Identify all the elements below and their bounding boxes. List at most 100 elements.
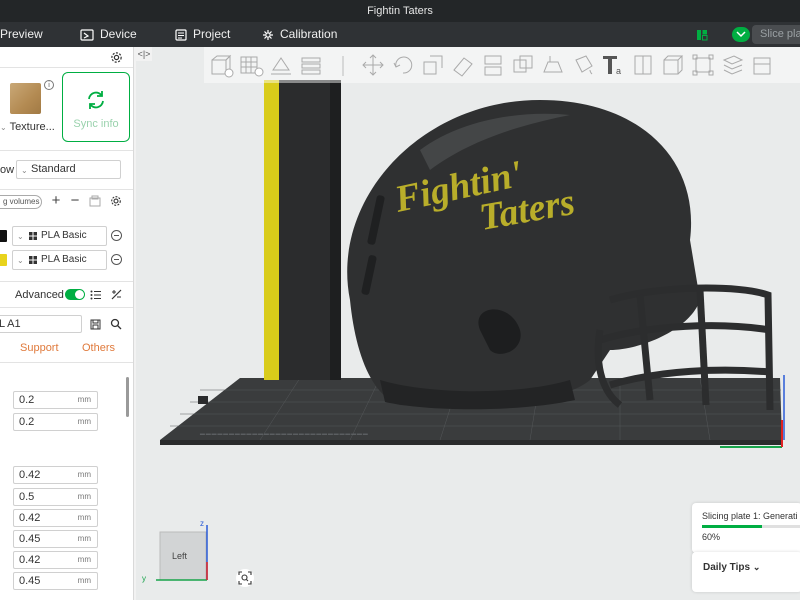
param-field[interactable]: 0.42 mm xyxy=(13,509,98,527)
variable-layer-icon[interactable] xyxy=(750,52,776,78)
support-paint-icon[interactable] xyxy=(540,52,566,78)
auto-orient-icon[interactable] xyxy=(268,52,294,78)
color-paint-icon[interactable] xyxy=(570,52,596,78)
param-value: 0.2 xyxy=(19,416,35,428)
chevron-down-icon: ⌄ xyxy=(17,256,24,265)
window-title: Fightin Taters xyxy=(0,0,800,22)
progress-fill xyxy=(702,525,762,528)
param-field[interactable]: 0.42 mm xyxy=(13,466,98,484)
svg-text:a: a xyxy=(616,66,621,76)
slice-plate-button[interactable]: Slice pla xyxy=(752,25,800,44)
tab-others[interactable]: Others xyxy=(82,342,115,354)
menu-project-label: Project xyxy=(193,27,231,41)
filament-name: PLA Basic xyxy=(41,254,87,265)
param-unit: mm xyxy=(77,492,91,501)
param-unit: mm xyxy=(77,395,91,404)
save-icon[interactable] xyxy=(90,319,101,330)
scale-icon[interactable] xyxy=(420,52,446,78)
plate-type-value: Standard xyxy=(31,163,76,175)
menu-device-tab[interactable]: Device xyxy=(80,22,137,47)
filament-type-icon xyxy=(29,232,37,240)
prime-tower-yellow xyxy=(264,80,279,380)
layers-icon[interactable] xyxy=(720,52,746,78)
measure-icon[interactable] xyxy=(630,52,656,78)
view-cube[interactable] xyxy=(150,517,230,587)
menu-project-tab[interactable]: Project xyxy=(175,22,230,47)
param-unit: mm xyxy=(77,534,91,543)
assembly-icon[interactable] xyxy=(660,52,686,78)
zoom-to-fit-icon[interactable] xyxy=(235,568,255,588)
add-filament-button[interactable]: + xyxy=(50,192,62,209)
filament-menu-icon[interactable] xyxy=(111,230,122,241)
menu-calibration-tab[interactable]: Calibration xyxy=(262,22,337,47)
remove-filament-button[interactable]: − xyxy=(69,191,81,209)
menu-preview-tab[interactable]: Preview xyxy=(0,22,43,47)
boolean-icon[interactable] xyxy=(510,52,536,78)
filament-row[interactable]: ⌄ PLA Basic xyxy=(0,226,133,246)
process-preset-input[interactable]: L A1 xyxy=(0,315,82,333)
filament-select[interactable]: ⌄ PLA Basic xyxy=(12,250,107,270)
cut-icon[interactable] xyxy=(480,52,506,78)
param-unit: mm xyxy=(77,576,91,585)
filament-color-swatch[interactable] xyxy=(0,230,7,242)
menu-calibration-label: Calibration xyxy=(280,27,338,41)
param-field[interactable]: 0.2 mm xyxy=(13,391,98,409)
chevron-down-icon xyxy=(736,31,746,38)
gear-icon[interactable] xyxy=(110,51,123,64)
plate-texture-thumbnail[interactable] xyxy=(10,83,41,114)
minus-icon: − xyxy=(70,191,80,209)
param-field[interactable]: 0.45 mm xyxy=(13,572,98,590)
info-icon[interactable]: i xyxy=(44,80,54,90)
filament-select[interactable]: ⌄ PLA Basic xyxy=(12,226,107,246)
prime-tower-shade xyxy=(330,80,341,380)
filament-type-icon xyxy=(29,256,37,264)
list-icon[interactable] xyxy=(90,290,102,300)
divider xyxy=(0,307,133,308)
lay-on-face-icon[interactable] xyxy=(450,52,476,78)
sync-info-button[interactable]: Sync info xyxy=(62,72,130,142)
param-unit: mm xyxy=(77,417,91,426)
filament-menu-icon[interactable] xyxy=(111,254,122,265)
text-tool-icon[interactable]: a xyxy=(600,52,626,78)
move-icon[interactable] xyxy=(360,52,386,78)
divider xyxy=(0,67,133,68)
search-icon[interactable] xyxy=(110,318,122,330)
menu-device-label: Device xyxy=(100,27,137,41)
chevron-down-icon: ⌄ xyxy=(17,232,24,241)
param-value: 0.45 xyxy=(19,533,41,545)
daily-tips-card[interactable]: Daily Tips ⌄ xyxy=(692,552,800,592)
gcode-view-button[interactable] xyxy=(696,22,708,47)
collapse-panel-button[interactable]: <|> xyxy=(136,47,152,61)
build-plate-rim xyxy=(160,440,782,445)
param-field[interactable]: 0.5 mm xyxy=(13,488,98,506)
tab-support[interactable]: Support xyxy=(20,342,59,354)
compare-icon[interactable] xyxy=(111,289,122,300)
param-value: 0.42 xyxy=(19,554,41,566)
filament-color-swatch[interactable] xyxy=(0,254,7,266)
param-field[interactable]: 0.42 mm xyxy=(13,551,98,569)
add-plate-icon[interactable] xyxy=(238,52,264,78)
param-field[interactable]: 0.45 mm xyxy=(13,530,98,548)
param-field[interactable]: 0.2 mm xyxy=(13,413,98,431)
slice-dropdown-toggle[interactable] xyxy=(732,27,750,42)
gear-icon[interactable] xyxy=(110,195,122,207)
layers-split-icon xyxy=(697,29,708,40)
advanced-toggle[interactable] xyxy=(65,289,85,300)
divider xyxy=(0,150,133,151)
filament-sync-icon[interactable] xyxy=(89,195,101,207)
scrollbar-thumb[interactable] xyxy=(126,377,129,417)
rotate-icon[interactable] xyxy=(390,52,416,78)
project-icon xyxy=(175,28,187,41)
plate-handle xyxy=(198,396,208,404)
plate-type-select[interactable]: ⌄ Standard xyxy=(16,160,121,179)
add-object-icon[interactable] xyxy=(208,52,234,78)
divider xyxy=(0,281,133,282)
flushing-volumes-button[interactable]: g volumes xyxy=(0,195,42,209)
param-unit: mm xyxy=(77,513,91,522)
filament-row[interactable]: ⌄ PLA Basic xyxy=(0,250,133,270)
object-toolbar: a xyxy=(204,47,800,83)
arrange-icon[interactable] xyxy=(298,52,324,78)
divider xyxy=(0,362,133,363)
bounding-box-icon[interactable] xyxy=(690,52,716,78)
param-value: 0.45 xyxy=(19,575,41,587)
